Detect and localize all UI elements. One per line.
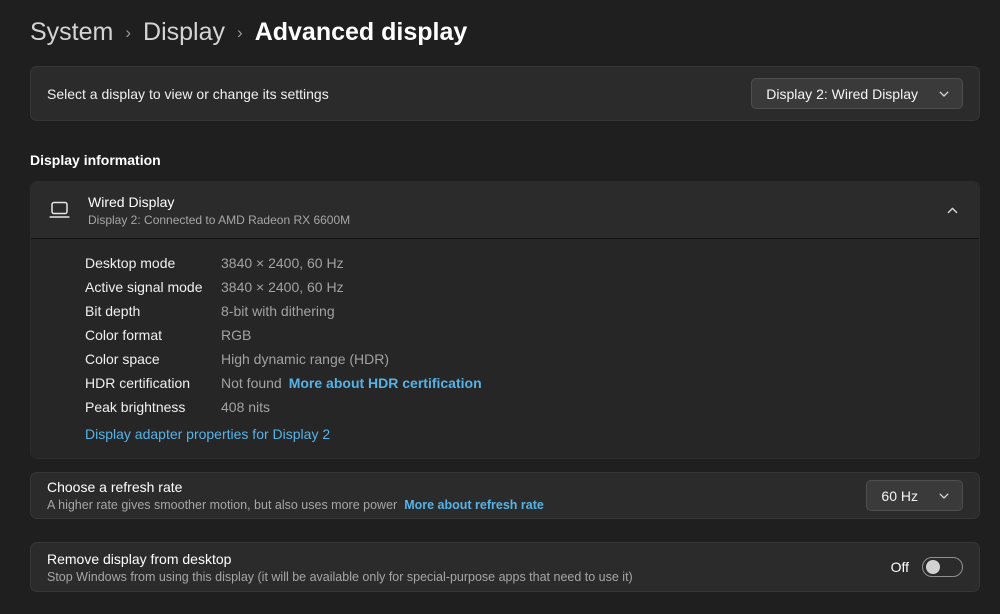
- refresh-rate-value: 60 Hz: [881, 488, 918, 504]
- display-adapter-properties-link[interactable]: Display adapter properties for Display 2: [85, 422, 979, 446]
- info-value: 408 nits: [221, 399, 270, 415]
- display-select-value: Display 2: Wired Display: [766, 86, 918, 102]
- refresh-rate-description-text: A higher rate gives smoother motion, but…: [47, 498, 397, 512]
- remove-display-card: Remove display from desktop Stop Windows…: [30, 542, 980, 592]
- display-information-card: Wired Display Display 2: Connected to AM…: [30, 181, 980, 459]
- info-row-color-space: Color space High dynamic range (HDR): [85, 347, 979, 371]
- info-value: Not found: [221, 375, 282, 391]
- info-label: Bit depth: [85, 303, 221, 319]
- select-display-label: Select a display to view or change its s…: [47, 86, 329, 102]
- display-select-dropdown[interactable]: Display 2: Wired Display: [751, 78, 963, 109]
- info-value: 8-bit with dithering: [221, 303, 335, 319]
- info-row-bit-depth: Bit depth 8-bit with dithering: [85, 299, 979, 323]
- info-row-color-format: Color format RGB: [85, 323, 979, 347]
- chevron-up-icon[interactable]: [946, 204, 959, 217]
- breadcrumb: System › Display › Advanced display: [30, 14, 980, 49]
- info-row-peak-brightness: Peak brightness 408 nits: [85, 395, 979, 419]
- display-connection-subtitle: Display 2: Connected to AMD Radeon RX 66…: [88, 213, 946, 227]
- chevron-down-icon: [938, 490, 950, 502]
- breadcrumb-separator-icon: ›: [237, 17, 243, 49]
- remove-display-description: Stop Windows from using this display (it…: [47, 570, 633, 584]
- display-name: Wired Display: [88, 194, 946, 210]
- more-about-refresh-rate-link[interactable]: More about refresh rate: [404, 498, 544, 512]
- info-label: Color format: [85, 327, 221, 343]
- info-label: Color space: [85, 351, 221, 367]
- remove-display-toggle-area: Off: [891, 557, 963, 577]
- info-value: 3840 × 2400, 60 Hz: [221, 255, 344, 271]
- breadcrumb-display[interactable]: Display: [143, 16, 225, 48]
- toggle-knob: [926, 560, 940, 574]
- breadcrumb-separator-icon: ›: [125, 17, 131, 49]
- more-about-hdr-certification-link[interactable]: More about HDR certification: [289, 375, 482, 391]
- refresh-rate-text: Choose a refresh rate A higher rate give…: [47, 479, 544, 512]
- info-value: 3840 × 2400, 60 Hz: [221, 279, 344, 295]
- info-row-desktop-mode: Desktop mode 3840 × 2400, 60 Hz: [85, 251, 979, 275]
- breadcrumb-system[interactable]: System: [30, 16, 113, 48]
- info-label: Desktop mode: [85, 255, 221, 271]
- remove-display-toggle[interactable]: [922, 557, 963, 577]
- refresh-rate-card: Choose a refresh rate A higher rate give…: [30, 472, 980, 519]
- info-label: HDR certification: [85, 375, 221, 391]
- remove-display-title: Remove display from desktop: [47, 551, 633, 567]
- info-value: High dynamic range (HDR): [221, 351, 389, 367]
- info-label: Active signal mode: [85, 279, 221, 295]
- chevron-down-icon: [938, 88, 950, 100]
- info-value: RGB: [221, 327, 251, 343]
- refresh-rate-title: Choose a refresh rate: [47, 479, 544, 495]
- display-information-heading: Display information: [30, 152, 980, 168]
- info-row-hdr-certification: HDR certification Not found More about H…: [85, 371, 979, 395]
- refresh-rate-description: A higher rate gives smoother motion, but…: [47, 498, 544, 512]
- page-title: Advanced display: [255, 16, 468, 48]
- display-information-header-text: Wired Display Display 2: Connected to AM…: [88, 194, 946, 227]
- toggle-state-label: Off: [891, 559, 909, 575]
- refresh-rate-dropdown[interactable]: 60 Hz: [866, 480, 963, 511]
- select-display-card: Select a display to view or change its s…: [30, 66, 980, 121]
- advanced-display-page: System › Display › Advanced display Sele…: [0, 0, 1000, 592]
- info-row-active-signal-mode: Active signal mode 3840 × 2400, 60 Hz: [85, 275, 979, 299]
- display-information-expander-header[interactable]: Wired Display Display 2: Connected to AM…: [31, 182, 979, 238]
- monitor-icon: [48, 200, 88, 220]
- remove-display-text: Remove display from desktop Stop Windows…: [47, 551, 633, 584]
- display-information-details: Desktop mode 3840 × 2400, 60 Hz Active s…: [31, 238, 979, 458]
- info-label: Peak brightness: [85, 399, 221, 415]
